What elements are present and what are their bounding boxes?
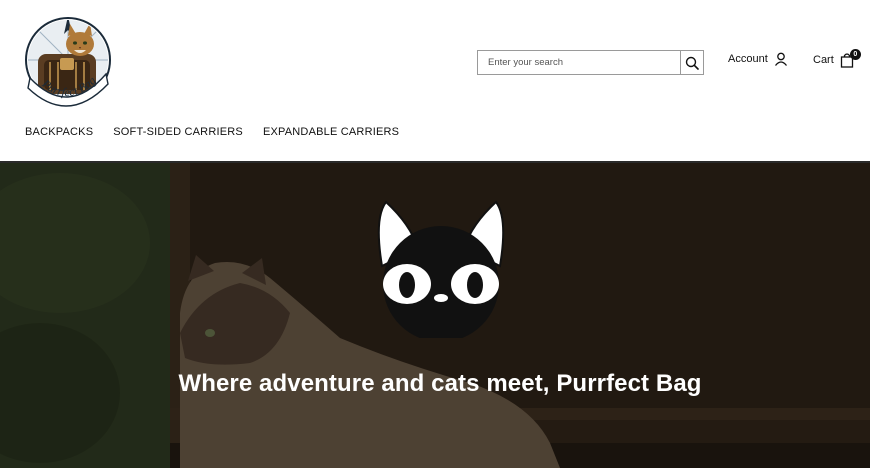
main-nav: BACKPACKS SOFT-SIDED CARRIERS EXPANDABLE…	[25, 126, 399, 138]
nav-item-expandable-carriers[interactable]: EXPANDABLE CARRIERS	[263, 126, 399, 138]
search-button[interactable]	[680, 51, 703, 74]
black-cat-face-icon	[377, 200, 505, 338]
nav-item-backpacks[interactable]: BACKPACKS	[25, 126, 93, 138]
account-label: Account	[728, 53, 768, 65]
account-link[interactable]: Account	[728, 52, 788, 66]
hero-title: Where adventure and cats meet, Purrfect …	[178, 370, 702, 397]
search-bar	[477, 50, 704, 75]
cart-link[interactable]: Cart 0	[813, 49, 861, 68]
search-input[interactable]	[478, 51, 680, 74]
cart-label: Cart	[813, 54, 834, 66]
search-icon	[685, 56, 699, 70]
user-icon	[774, 52, 787, 66]
site-header: Purrfect Bag Account Cart 0	[0, 0, 870, 161]
nav-item-soft-sided-carriers[interactable]: SOFT-SIDED CARRIERS	[113, 126, 243, 138]
cart-icon-wrapper: 0	[840, 49, 861, 68]
hero-banner: Where adventure and cats meet, Purrfect …	[0, 163, 870, 468]
cart-count-badge: 0	[849, 49, 861, 60]
brand-logo[interactable]: Purrfect Bag	[24, 14, 112, 108]
